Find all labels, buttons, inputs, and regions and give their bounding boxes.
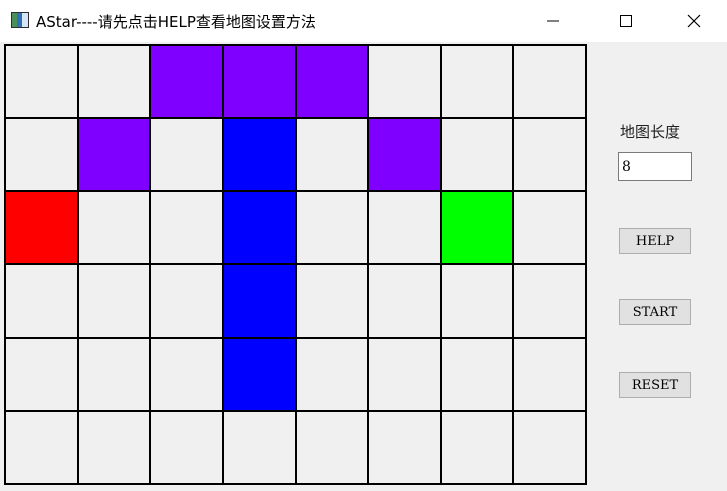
map-cell[interactable] — [369, 338, 440, 410]
map-cell[interactable] — [78, 265, 150, 337]
maximize-icon — [620, 15, 632, 27]
map-cell[interactable] — [296, 46, 368, 118]
map-cell[interactable] — [6, 411, 77, 483]
map-cell[interactable] — [369, 46, 440, 118]
map-cell[interactable] — [514, 265, 585, 337]
map-cell[interactable] — [369, 265, 440, 337]
map-cell[interactable] — [223, 338, 295, 410]
map-cell[interactable] — [151, 265, 222, 337]
map-cell[interactable] — [514, 119, 585, 191]
map-cell[interactable] — [6, 338, 77, 410]
start-button[interactable]: START — [619, 299, 691, 325]
window-title: AStar----请先点击HELP查看地图设置方法 — [36, 13, 316, 31]
map-cell[interactable] — [369, 411, 440, 483]
map-cell[interactable] — [151, 46, 222, 118]
map-cell[interactable] — [441, 338, 513, 410]
close-button[interactable] — [671, 0, 717, 42]
map-cell[interactable] — [296, 192, 368, 264]
window-app-icon — [11, 12, 29, 28]
map-cell[interactable] — [441, 46, 513, 118]
map-cell[interactable] — [78, 411, 150, 483]
map-cell[interactable] — [6, 265, 77, 337]
minimize-button[interactable] — [530, 0, 576, 42]
map-cell[interactable] — [78, 46, 150, 118]
map-cell[interactable] — [223, 46, 295, 118]
map-cell[interactable] — [223, 411, 295, 483]
map-cell[interactable] — [514, 46, 585, 118]
reset-button[interactable]: RESET — [619, 372, 691, 398]
map-cell[interactable] — [78, 192, 150, 264]
map-cell[interactable] — [151, 411, 222, 483]
map-grid — [4, 44, 587, 485]
close-icon — [687, 14, 701, 28]
map-cell[interactable] — [514, 338, 585, 410]
map-cell[interactable] — [441, 265, 513, 337]
map-cell[interactable] — [6, 46, 77, 118]
map-cell[interactable] — [441, 411, 513, 483]
astar-window: AStar----请先点击HELP查看地图设置方法 地图长度 HELP STAR… — [0, 0, 727, 491]
map-length-label: 地图长度 — [620, 123, 681, 141]
map-cell[interactable] — [296, 411, 368, 483]
map-cell[interactable] — [151, 192, 222, 264]
map-cell[interactable] — [6, 192, 77, 264]
map-cell[interactable] — [223, 265, 295, 337]
map-cell[interactable] — [78, 119, 150, 191]
map-cell[interactable] — [151, 119, 222, 191]
map-cell[interactable] — [6, 119, 77, 191]
map-cell[interactable] — [441, 119, 513, 191]
map-cell[interactable] — [369, 192, 440, 264]
map-cell[interactable] — [514, 411, 585, 483]
title-bar: AStar----请先点击HELP查看地图设置方法 — [0, 0, 727, 42]
map-length-input[interactable] — [618, 152, 692, 181]
help-button[interactable]: HELP — [619, 228, 691, 254]
map-cell[interactable] — [369, 119, 440, 191]
map-cell[interactable] — [151, 338, 222, 410]
maximize-button[interactable] — [603, 0, 649, 42]
map-cell[interactable] — [514, 192, 585, 264]
map-cell[interactable] — [296, 265, 368, 337]
map-cell[interactable] — [223, 119, 295, 191]
map-cell[interactable] — [78, 338, 150, 410]
map-cell[interactable] — [223, 192, 295, 264]
map-cell[interactable] — [441, 192, 513, 264]
map-cell[interactable] — [296, 338, 368, 410]
map-cell[interactable] — [296, 119, 368, 191]
minimize-icon — [547, 20, 559, 22]
